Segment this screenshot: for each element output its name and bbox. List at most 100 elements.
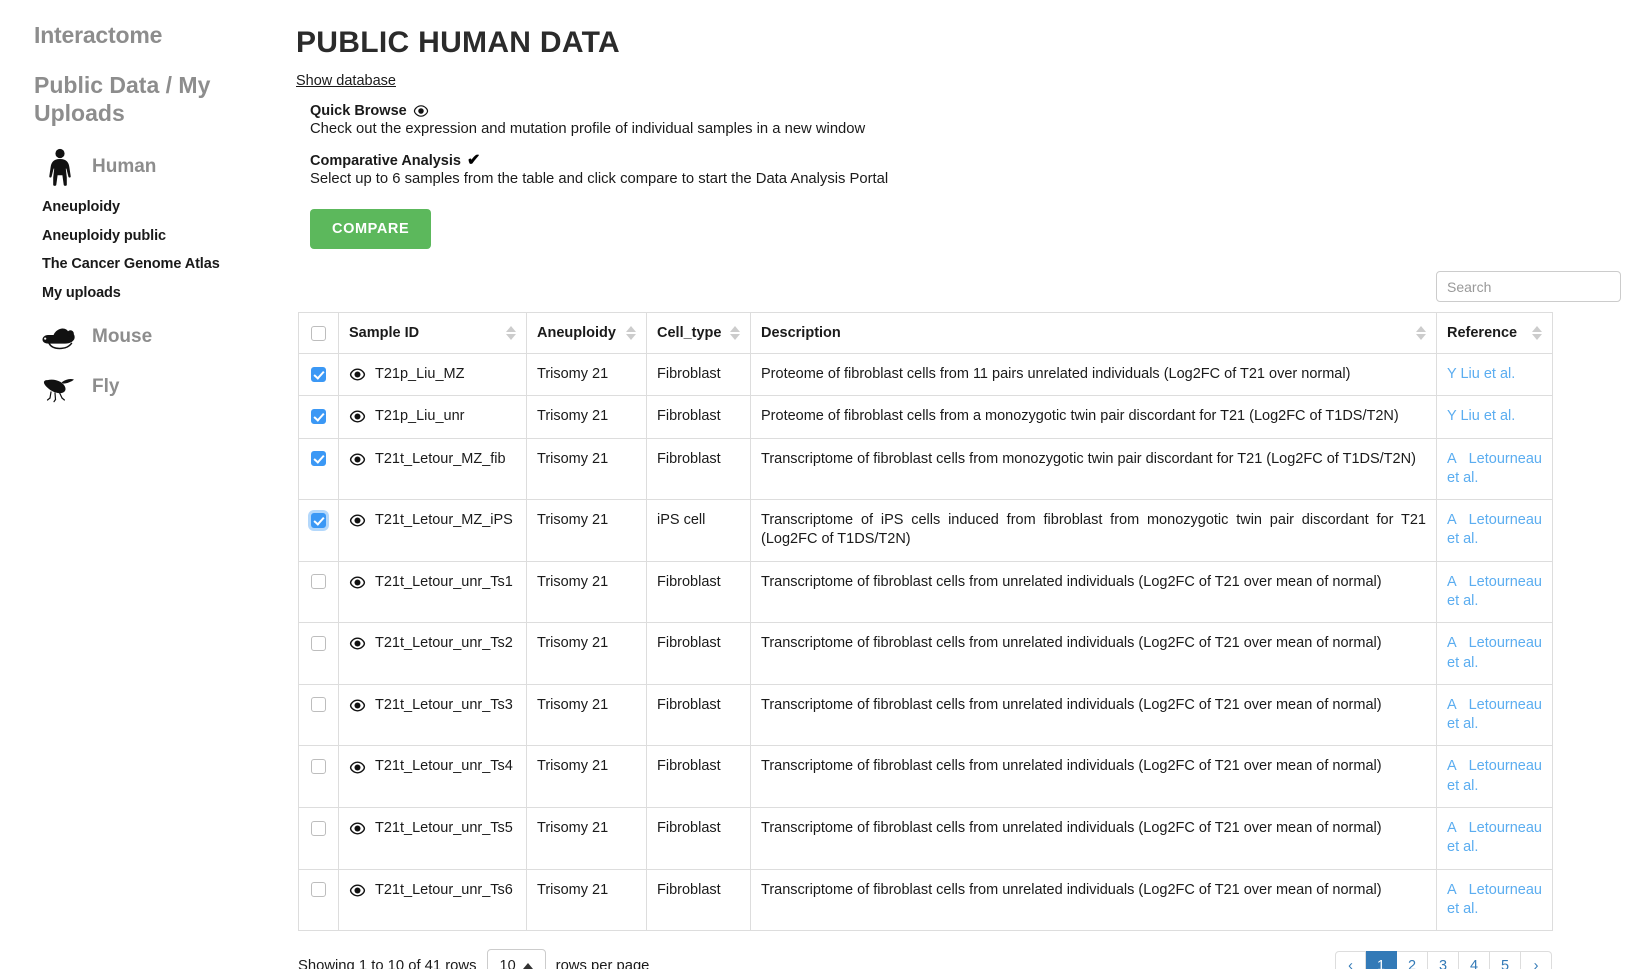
pagination-page-4[interactable]: 4 (1459, 951, 1490, 969)
sidebar: Interactome Public Data / My Uploads Hum… (0, 0, 280, 969)
pagination-page-2[interactable]: 2 (1397, 951, 1428, 969)
reference-link[interactable]: A Letourneau et al. (1447, 882, 1542, 917)
table-row[interactable]: T21t_Letour_unr_Ts5 Trisomy 21 Fibroblast T… (298, 806, 1553, 870)
sample-id-text: T21p_Liu_unr (375, 408, 465, 425)
show-database-link[interactable]: Show database (296, 73, 396, 89)
sample-id-text: T21t_Letour_unr_Ts5 (375, 819, 513, 836)
cell-cell-type: Fibroblast (646, 437, 751, 501)
sidebar-item-aneuploidy[interactable]: Aneuploidy (42, 193, 280, 222)
quick-browse-label: Quick Browse (310, 103, 407, 119)
reference-link[interactable]: A Letourneau et al. (1447, 451, 1542, 486)
reference-link[interactable]: A Letourneau et al. (1447, 574, 1542, 609)
eye-icon[interactable] (349, 366, 366, 383)
eye-icon[interactable] (349, 451, 366, 468)
eye-icon[interactable] (349, 574, 366, 591)
row-select-checkbox[interactable] (311, 820, 326, 836)
table-row[interactable]: T21t_Letour_unr_Ts6 Trisomy 21 Fibroblast T… (298, 868, 1553, 932)
sidebar-item-mouse[interactable]: Mouse (40, 317, 280, 357)
sidebar-item-human[interactable]: Human (40, 147, 280, 187)
sidebar-item-aneuploidy-public[interactable]: Aneuploidy public (42, 222, 280, 251)
pagination-next[interactable]: › (1521, 951, 1552, 969)
cell-sample-id: T21t_Letour_unr_Ts6 (338, 868, 527, 932)
sort-icon[interactable] (1532, 326, 1542, 340)
eye-icon[interactable] (349, 882, 366, 899)
table-row[interactable]: T21p_Liu_MZ Trisomy 21 Fibroblast Proteome … (298, 352, 1553, 397)
eye-icon[interactable] (349, 759, 366, 776)
brand-interactome[interactable]: Interactome (34, 22, 280, 49)
row-select-checkbox[interactable] (311, 574, 326, 590)
reference-link[interactable]: Y Liu et al. (1447, 366, 1515, 382)
row-select-checkbox[interactable] (311, 635, 326, 651)
select-all-checkbox[interactable] (311, 325, 326, 341)
table-row[interactable]: T21t_Letour_MZ_fib Trisomy 21 Fibroblast Tr… (298, 437, 1553, 501)
row-select-cell[interactable] (298, 683, 339, 747)
row-select-checkbox[interactable] (311, 759, 326, 775)
cell-sample-id: T21t_Letour_unr_Ts4 (338, 745, 527, 808)
sidebar-item-the-cancer-genome-atlas[interactable]: The Cancer Genome Atlas (42, 250, 280, 279)
sidebar-section-title: Public Data / My Uploads (34, 72, 211, 127)
cell-cell-type: Fibroblast (646, 868, 751, 932)
column-header-sample-id[interactable]: Sample ID (338, 312, 527, 354)
sort-icon[interactable] (730, 326, 740, 340)
reference-link[interactable]: A Letourneau et al. (1447, 758, 1542, 793)
reference-link[interactable]: A Letourneau et al. (1447, 820, 1542, 855)
row-select-checkbox[interactable] (311, 882, 326, 898)
row-select-checkbox[interactable] (311, 451, 326, 467)
sidebar-item-fly[interactable]: Fly (40, 367, 280, 407)
row-select-cell[interactable] (298, 352, 339, 397)
cell-cell-type: iPS cell (646, 499, 751, 562)
eye-icon[interactable] (349, 697, 366, 714)
row-select-cell[interactable] (298, 499, 339, 562)
table-row[interactable]: T21t_Letour_unr_Ts4 Trisomy 21 Fibroblast T… (298, 745, 1553, 808)
column-header-cell-type[interactable]: Cell_type (646, 312, 751, 354)
rows-per-page-select[interactable]: 10 (486, 949, 546, 969)
sidebar-human-sublist: Aneuploidy Aneuploidy public The Cancer … (42, 193, 280, 307)
sample-id-text: T21t_Letour_unr_Ts6 (375, 881, 513, 898)
compare-button[interactable]: COMPARE (310, 209, 432, 249)
row-select-checkbox[interactable] (311, 366, 326, 382)
sort-icon[interactable] (506, 326, 516, 340)
row-select-cell[interactable] (298, 745, 339, 808)
cell-reference: A Letourneau et al. (1436, 499, 1553, 562)
pagination-page-5[interactable]: 5 (1490, 951, 1521, 969)
comparative-analysis-description: Select up to 6 samples from the table an… (310, 171, 889, 187)
table-row[interactable]: T21t_Letour_unr_Ts1 Trisomy 21 Fibroblast T… (298, 560, 1553, 624)
row-select-cell[interactable] (298, 437, 339, 501)
row-select-cell[interactable] (298, 622, 339, 685)
column-header-aneuploidy[interactable]: Aneuploidy (526, 312, 647, 354)
row-select-checkbox[interactable] (311, 512, 326, 528)
eye-icon[interactable] (349, 635, 366, 652)
sample-id-text: T21t_Letour_unr_Ts2 (375, 635, 513, 652)
table-row[interactable]: T21p_Liu_unr Trisomy 21 Fibroblast Proteome… (298, 395, 1553, 439)
row-select-cell[interactable] (298, 395, 339, 439)
eye-icon[interactable] (349, 408, 366, 425)
pagination-page-3[interactable]: 3 (1428, 951, 1459, 969)
reference-link[interactable]: A Letourneau et al. (1447, 512, 1542, 547)
eye-icon[interactable] (349, 512, 366, 529)
comparative-analysis-heading: Comparative Analysis ✔ (310, 153, 1623, 170)
cell-reference: A Letourneau et al. (1436, 683, 1553, 747)
sidebar-item-my-uploads[interactable]: My uploads (42, 279, 280, 308)
row-select-checkbox[interactable] (311, 408, 326, 424)
column-header-cell-type-label: Cell_type (657, 325, 722, 341)
cell-description: Proteome of fibroblast cells from a mono… (750, 395, 1437, 439)
column-header-description[interactable]: Description (750, 312, 1437, 354)
table-row[interactable]: T21t_Letour_MZ_iPS Trisomy 21 iPS cell Tran… (298, 499, 1553, 562)
table-row[interactable]: T21t_Letour_unr_Ts3 Trisomy 21 Fibroblast T… (298, 683, 1553, 747)
column-header-reference[interactable]: Reference (1436, 312, 1553, 354)
reference-link[interactable]: A Letourneau et al. (1447, 635, 1542, 670)
row-select-cell[interactable] (298, 868, 339, 932)
reference-link[interactable]: Y Liu et al. (1447, 408, 1515, 424)
fly-icon (40, 367, 80, 407)
row-select-cell[interactable] (298, 806, 339, 870)
sort-icon[interactable] (626, 326, 636, 340)
pagination-page-1[interactable]: 1 (1366, 951, 1397, 969)
reference-link[interactable]: A Letourneau et al. (1447, 697, 1542, 732)
pagination-prev[interactable]: ‹ (1335, 951, 1366, 969)
search-input[interactable] (1436, 271, 1621, 302)
sort-icon[interactable] (1416, 326, 1426, 340)
table-row[interactable]: T21t_Letour_unr_Ts2 Trisomy 21 Fibroblast T… (298, 622, 1553, 685)
eye-icon[interactable] (349, 820, 366, 837)
row-select-checkbox[interactable] (311, 697, 326, 713)
row-select-cell[interactable] (298, 560, 339, 624)
